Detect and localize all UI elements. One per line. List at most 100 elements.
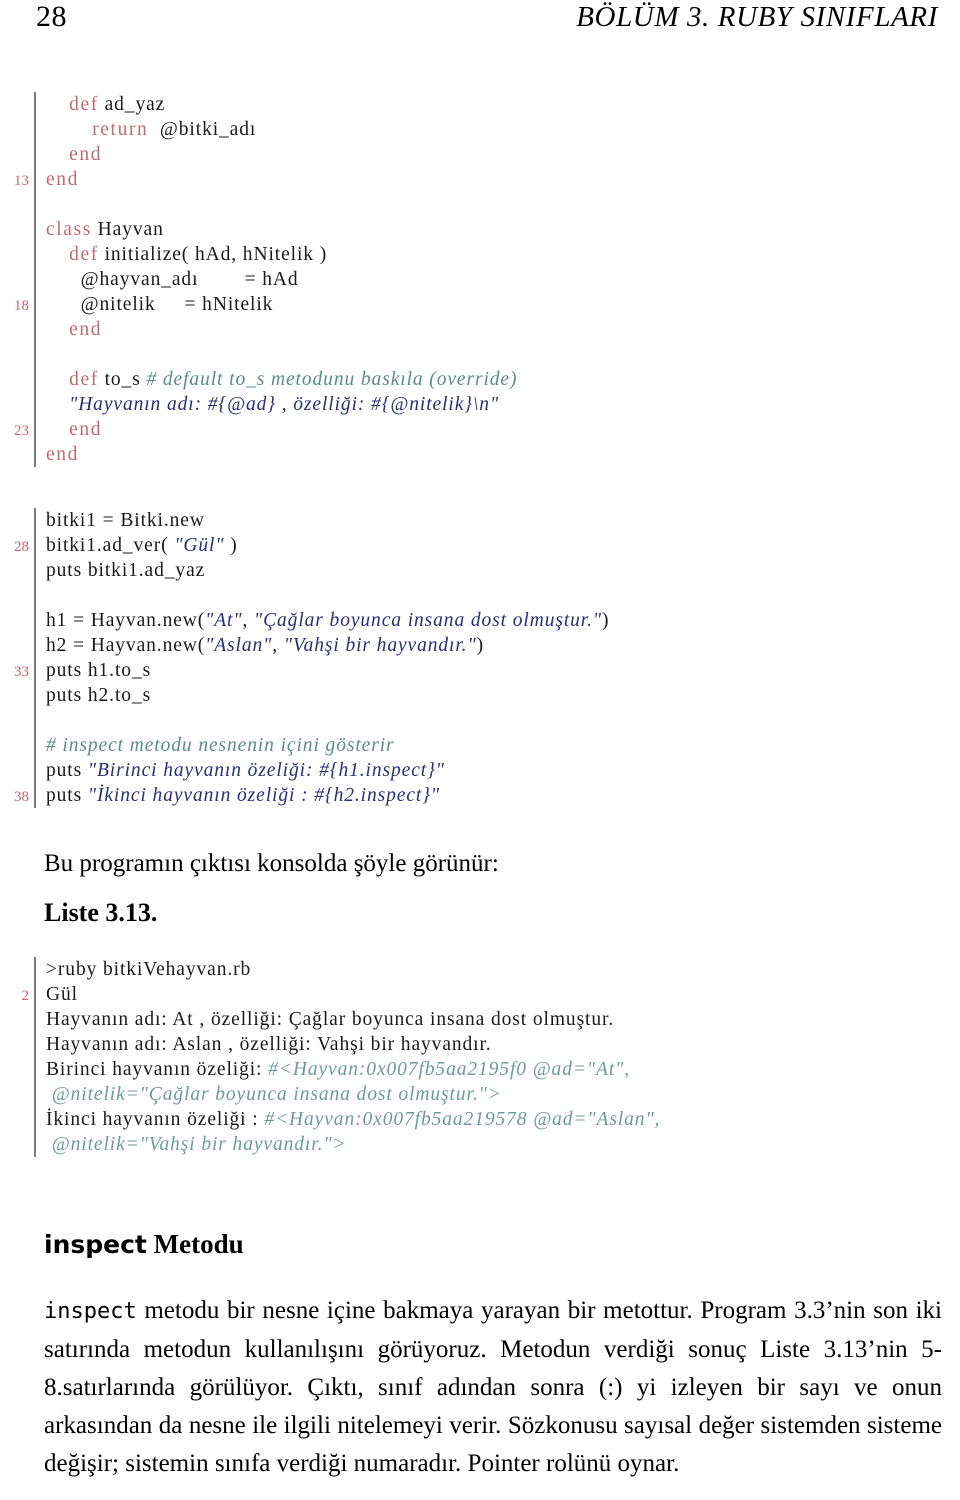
code-token-str: "Birinci hayvanın özeliği: #{h1.inspect}… bbox=[87, 760, 445, 781]
page-number: 28 bbox=[36, 0, 67, 33]
code-token-plain: puts h2.to_s bbox=[46, 685, 152, 706]
code-token-plain: puts h1.to_s bbox=[46, 660, 152, 681]
output-row: İkinci hayvanın özeliği : #<Hayvan:0x007… bbox=[0, 1107, 960, 1132]
code-token-plain: ) bbox=[224, 535, 238, 556]
output-row: Birinci hayvanın özeliği: #<Hayvan:0x007… bbox=[0, 1057, 960, 1082]
code-token-plain: h2 = Hayvan.new( bbox=[46, 635, 206, 656]
code-token-str: "Aslan" bbox=[205, 635, 273, 656]
code1-row: class Hayvan bbox=[0, 217, 960, 242]
code1-line-text: class Hayvan bbox=[36, 217, 164, 242]
paragraph-intro: Bu programın çıktısı konsolda şöyle görü… bbox=[44, 850, 499, 877]
code1-row: def initialize( hAd, hNitelik ) bbox=[0, 242, 960, 267]
code-token-plain: Hayvan bbox=[91, 219, 164, 240]
code-token-plain: , bbox=[272, 635, 284, 656]
code-token-str: "Çağlar boyunca insana dost olmuştur." bbox=[254, 610, 603, 631]
code-token-plain: ad_yaz bbox=[98, 94, 166, 115]
code1-row: "Hayvanın adı: #{@ad} , özelliği: #{@nit… bbox=[0, 392, 960, 417]
code1-line-text: end bbox=[36, 142, 102, 167]
code2-line-text: puts "Birinci hayvanın özeliği: #{h1.ins… bbox=[36, 758, 445, 783]
code1-row: end bbox=[0, 142, 960, 167]
code-listing-1: def ad_yaz return @bitki_adı end 13 end cla… bbox=[0, 92, 960, 467]
output-line-text: Hayvanın adı: At , özelliği: Çağlar boyu… bbox=[36, 1007, 614, 1032]
section-heading: inspect Metodu bbox=[44, 1228, 244, 1261]
code-token-plain: , bbox=[242, 610, 255, 631]
code-token-plain: ) bbox=[602, 610, 610, 631]
code-token-str: "At" bbox=[205, 610, 243, 631]
code1-row bbox=[0, 192, 960, 217]
paragraph-inspect-body: metodu bir nesne içine bakmaya yarayan b… bbox=[44, 1297, 942, 1477]
code2-line-number: 28 bbox=[14, 539, 29, 555]
code1-row bbox=[0, 342, 960, 367]
code-token-plain: h1 = Hayvan.new( bbox=[46, 610, 206, 631]
code2-row: h2 = Hayvan.new("Aslan", "Vahşi bir hayv… bbox=[0, 633, 960, 658]
chapter-title: BÖLÜM 3. RUBY SINIFLARI bbox=[576, 1, 938, 33]
code-token-out-hex: @nitelik="Vahşi bir hayvandır."> bbox=[51, 1134, 347, 1155]
code2-row: puts "Birinci hayvanın özeliği: #{h1.ins… bbox=[0, 758, 960, 783]
code2-line-text: h2 = Hayvan.new("Aslan", "Vahşi bir hayv… bbox=[36, 633, 484, 658]
code1-line-text: end bbox=[36, 167, 79, 192]
code1-line-text: "Hayvanın adı: #{@ad} , özelliği: #{@nit… bbox=[36, 392, 499, 417]
code-token-kw: end bbox=[69, 319, 103, 340]
code2-row: bitki1 = Bitki.new bbox=[0, 508, 960, 533]
code2-row: # inspect metodu nesnenin içini gösterir bbox=[0, 733, 960, 758]
code2-row: 33 puts h1.to_s bbox=[0, 658, 960, 683]
code-token-kw: end bbox=[46, 169, 79, 190]
output-line-text: @nitelik="Vahşi bir hayvandır."> bbox=[36, 1132, 347, 1157]
paragraph-inspect-mono: inspect bbox=[44, 1299, 137, 1324]
document-page: 28 BÖLÜM 3. RUBY SINIFLARI def ad_yaz re… bbox=[0, 0, 960, 1500]
output-line-text: @nitelik="Çağlar boyunca insana dost olm… bbox=[36, 1082, 502, 1107]
code-token-kw: def bbox=[69, 369, 99, 390]
output-listing-rows: >ruby bitkiVehayvan.rb 2 Gül Hayvanın adı: … bbox=[0, 957, 960, 1157]
code2-line-text: bitki1 = Bitki.new bbox=[36, 508, 205, 533]
code1-line-number: 13 bbox=[14, 173, 29, 189]
section-heading-rest: Metodu bbox=[146, 1229, 244, 1259]
code-token-plain: bitki1 = Bitki.new bbox=[46, 510, 205, 531]
code-token-kw: def bbox=[69, 244, 99, 265]
code-token-plain: puts bitki1.ad_yaz bbox=[46, 560, 206, 581]
code1-line-number: 18 bbox=[14, 298, 29, 314]
code1-row: @hayvan_adı = hAd bbox=[0, 267, 960, 292]
code1-line-text: @nitelik = hNitelik bbox=[36, 292, 273, 317]
code2-row: puts h2.to_s bbox=[0, 683, 960, 708]
code1-line-number: 23 bbox=[14, 423, 29, 439]
code-listing-2: bitki1 = Bitki.new 28 bitki1.ad_ver( "Gül"… bbox=[0, 508, 960, 808]
code-token-plain: @nitelik = hNitelik bbox=[46, 294, 274, 315]
running-header: 28 BÖLÜM 3. RUBY SINIFLARI bbox=[36, 0, 938, 42]
code-token-kw: def bbox=[69, 94, 99, 115]
code2-line-text: puts "İkinci hayvanın özeliği : #{h2.ins… bbox=[36, 783, 440, 808]
code-token-out-hex: @nitelik="Çağlar boyunca insana dost olm… bbox=[51, 1084, 502, 1105]
code1-line-text: end bbox=[36, 417, 102, 442]
code1-row: return @bitki_adı bbox=[0, 117, 960, 142]
code-token-kw: return bbox=[92, 119, 149, 140]
code-token-kw: end bbox=[69, 419, 103, 440]
code2-row: 28 bitki1.ad_ver( "Gül" ) bbox=[0, 533, 960, 558]
code-token-plain: @bitki_adı bbox=[148, 119, 257, 140]
code-token-plain: Hayvanın adı: At , özelliği: Çağlar boyu… bbox=[46, 1009, 615, 1030]
output-line-number: 2 bbox=[21, 988, 30, 1004]
code-token-str: "İkinci hayvanın özeliği : #{h2.inspect}… bbox=[87, 785, 440, 806]
code-listing-2-rows: bitki1 = Bitki.new 28 bitki1.ad_ver( "Gül"… bbox=[0, 508, 960, 808]
output-row: Hayvanın adı: Aslan , özelliği: Vahşi bi… bbox=[0, 1032, 960, 1057]
paragraph-inspect: inspect metodu bir nesne içine bakmaya y… bbox=[44, 1292, 942, 1483]
output-line-text: İkinci hayvanın özeliği : #<Hayvan:0x007… bbox=[36, 1107, 660, 1132]
output-row: >ruby bitkiVehayvan.rb bbox=[0, 957, 960, 982]
code1-row: 13 end bbox=[0, 167, 960, 192]
listing-rule bbox=[34, 583, 36, 608]
code-token-plain: Birinci hayvanın özeliği: bbox=[46, 1059, 269, 1080]
code-token-out-hex: #<Hayvan:0x007fb5aa2195f0 @ad="At", bbox=[268, 1059, 630, 1080]
code1-line-text: end bbox=[36, 317, 102, 342]
code-token-cmt: # default to_s metodunu baskıla (overrid… bbox=[146, 369, 518, 390]
section-heading-mono: inspect bbox=[44, 1230, 147, 1259]
code2-row: h1 = Hayvan.new("At", "Çağlar boyunca in… bbox=[0, 608, 960, 633]
code-token-plain: İkinci hayvanın özeliği : bbox=[46, 1109, 265, 1130]
output-row: @nitelik="Çağlar boyunca insana dost olm… bbox=[0, 1082, 960, 1107]
code1-row: end bbox=[0, 442, 960, 467]
code1-row: 18 @nitelik = hNitelik bbox=[0, 292, 960, 317]
code2-row bbox=[0, 708, 960, 733]
code1-line-text: def initialize( hAd, hNitelik ) bbox=[36, 242, 327, 267]
code2-line-text: # inspect metodu nesnenin içini gösterir bbox=[36, 733, 395, 758]
